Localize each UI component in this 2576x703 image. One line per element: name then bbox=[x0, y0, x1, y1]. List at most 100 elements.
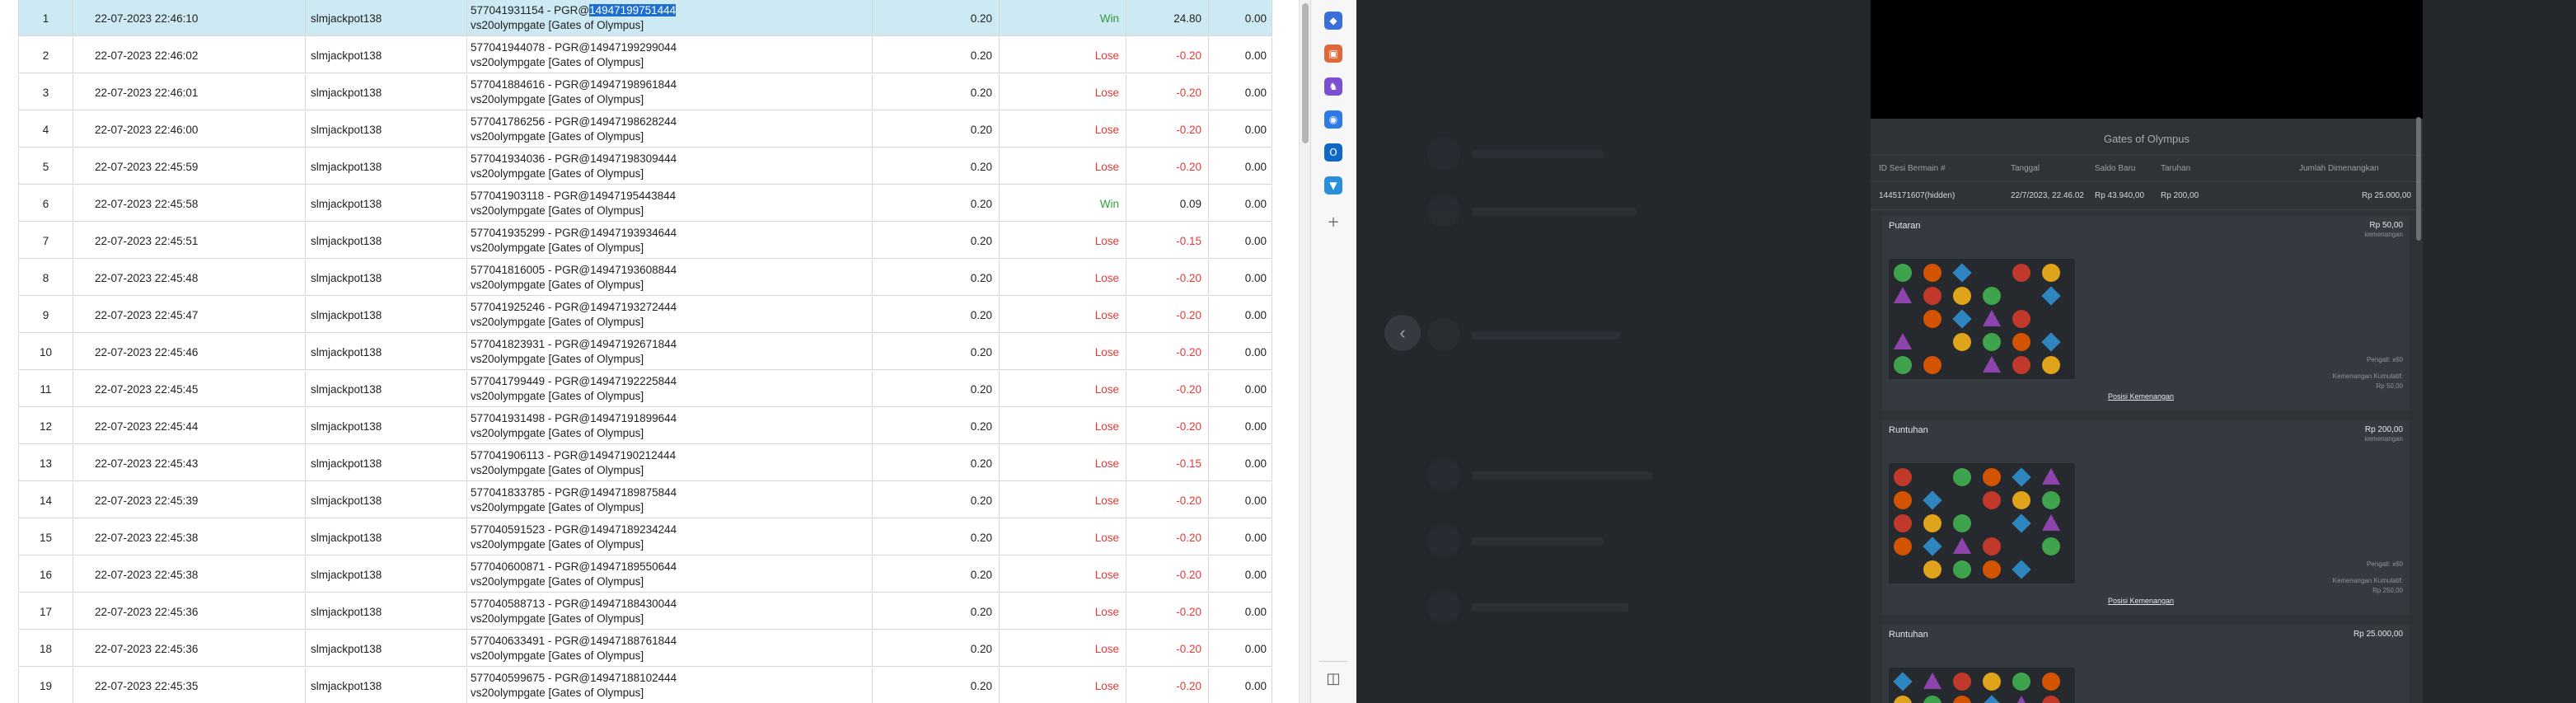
slot-symbol bbox=[2042, 514, 2060, 531]
row-bet: 0.20 bbox=[872, 593, 999, 630]
ghosted-page-content bbox=[1356, 0, 1871, 703]
row-date: 22-07-2023 22:45:36 bbox=[73, 593, 305, 630]
reel-grid bbox=[1889, 259, 2075, 379]
table-row[interactable]: 3 22-07-2023 22:46:01 slmjackpot138 5770418… bbox=[18, 74, 1272, 110]
table-row[interactable]: 12 22-07-2023 22:45:44 slmjackpot138 577041… bbox=[18, 408, 1272, 444]
table-row[interactable]: 18 22-07-2023 22:45:36 slmjackpot138 577040… bbox=[18, 630, 1272, 667]
row-balance: 0.00 bbox=[1208, 111, 1272, 148]
slot-symbol bbox=[2042, 491, 2060, 509]
round-multiplier: Pengali: x60 bbox=[2366, 356, 2403, 363]
row-winloss: -0.20 bbox=[1126, 519, 1208, 555]
reference-line: 577041884616 - PGR@14947198961844 bbox=[471, 77, 677, 92]
game-name: vs20olympgate [Gates of Olympus] bbox=[471, 56, 644, 68]
reference-id: 14947198961844 bbox=[590, 78, 677, 91]
reference-id: 14947199299044 bbox=[590, 41, 677, 54]
slot-symbol bbox=[2042, 468, 2060, 485]
table-row[interactable]: 5 22-07-2023 22:45:59 slmjackpot138 5770419… bbox=[18, 148, 1272, 185]
row-reference: 577041931498 - PGR@14947191899644 vs20oly… bbox=[466, 408, 872, 444]
row-username: slmjackpot138 bbox=[305, 37, 466, 73]
slot-symbol bbox=[2012, 560, 2031, 579]
slot-symbol bbox=[1953, 514, 1971, 532]
table-row[interactable]: 8 22-07-2023 22:45:48 slmjackpot138 5770418… bbox=[18, 260, 1272, 296]
row-winloss: -0.20 bbox=[1126, 37, 1208, 73]
round-multiplier: Pengali: x60 bbox=[2366, 560, 2403, 568]
copilot-icon[interactable]: ◉ bbox=[1324, 110, 1342, 129]
row-reference: 577041944078 - PGR@14947199299044 vs20oly… bbox=[466, 37, 872, 73]
game-name: vs20olympgate [Gates of Olympus] bbox=[471, 464, 644, 476]
slot-symbol bbox=[2012, 264, 2030, 282]
row-number: 10 bbox=[18, 334, 73, 370]
row-date: 22-07-2023 22:45:36 bbox=[73, 630, 305, 667]
reference-line: 577041931154 - PGR@14947199751444 bbox=[471, 3, 677, 18]
table-row[interactable]: 14 22-07-2023 22:45:39 slmjackpot138 577041… bbox=[18, 482, 1272, 518]
row-balance: 0.00 bbox=[1208, 556, 1272, 593]
previous-arrow-button[interactable]: ‹ bbox=[1384, 315, 1421, 351]
reference-line: 577041823931 - PGR@14947192671844 bbox=[471, 337, 677, 352]
winning-positions-link[interactable]: Posisi Kemenangan bbox=[2108, 392, 2174, 401]
reference-line: 577041833785 - PGR@14947189875844 bbox=[471, 485, 677, 500]
modal-title: Gates of Olympus bbox=[1871, 122, 2423, 156]
table-row[interactable]: 6 22-07-2023 22:45:58 slmjackpot138 5770419… bbox=[18, 185, 1272, 222]
row-result: Lose bbox=[999, 668, 1126, 703]
table-row[interactable]: 13 22-07-2023 22:45:43 slmjackpot138 577041… bbox=[18, 445, 1272, 481]
table-scrollbar-thumb[interactable] bbox=[1302, 3, 1309, 143]
modal-scrollbar[interactable] bbox=[2416, 117, 2421, 241]
table-row[interactable]: 17 22-07-2023 22:45:36 slmjackpot138 577040… bbox=[18, 593, 1272, 630]
table-row[interactable]: 19 22-07-2023 22:45:35 slmjackpot138 577040… bbox=[18, 668, 1272, 703]
table-row[interactable]: 7 22-07-2023 22:45:51 slmjackpot138 5770419… bbox=[18, 223, 1272, 259]
row-winloss: -0.20 bbox=[1126, 482, 1208, 518]
reference-prefix: 577041823931 - PGR@ bbox=[471, 338, 591, 350]
tag-icon[interactable]: ◆ bbox=[1324, 12, 1342, 30]
sidebar-divider bbox=[1319, 661, 1347, 662]
slot-symbol bbox=[1983, 673, 2001, 691]
slot-symbol bbox=[1983, 491, 2001, 509]
outlook-icon[interactable]: O bbox=[1324, 143, 1342, 162]
ghost-avatar bbox=[1427, 318, 1460, 351]
game-name: vs20olympgate [Gates of Olympus] bbox=[471, 649, 644, 662]
row-balance: 0.00 bbox=[1208, 297, 1272, 333]
table-row[interactable]: 2 22-07-2023 22:46:02 slmjackpot138 5770419… bbox=[18, 37, 1272, 73]
row-bet: 0.20 bbox=[872, 445, 999, 481]
row-result: Lose bbox=[999, 482, 1126, 518]
row-balance: 0.00 bbox=[1208, 482, 1272, 518]
slot-symbol bbox=[1894, 264, 1912, 282]
row-reference: 577041786256 - PGR@14947198628244 vs20oly… bbox=[466, 111, 872, 148]
table-row[interactable]: 10 22-07-2023 22:45:46 slmjackpot138 577041… bbox=[18, 334, 1272, 370]
slot-symbol bbox=[1953, 333, 1971, 351]
sidebar-toggle-icon[interactable]: ◫ bbox=[1324, 669, 1342, 687]
table-row[interactable]: 4 22-07-2023 22:46:00 slmjackpot138 5770417… bbox=[18, 111, 1272, 148]
row-result: Lose bbox=[999, 334, 1126, 370]
row-winloss: -0.20 bbox=[1126, 408, 1208, 444]
reference-id: 14947189875844 bbox=[590, 486, 677, 499]
slot-symbol bbox=[1923, 287, 1941, 305]
history-value: 1445171607(hidden) bbox=[1879, 190, 1955, 200]
shopping-icon[interactable]: ▼ bbox=[1324, 176, 1342, 194]
slot-symbol bbox=[1923, 514, 1941, 532]
row-reference: 577041833785 - PGR@14947189875844 vs20oly… bbox=[466, 482, 872, 518]
table-row[interactable]: 15 22-07-2023 22:45:38 slmjackpot138 577040… bbox=[18, 519, 1272, 555]
row-date: 22-07-2023 22:45:44 bbox=[73, 408, 305, 444]
table-scrollbar[interactable] bbox=[1299, 0, 1310, 703]
table-row[interactable]: 16 22-07-2023 22:45:38 slmjackpot138 577040… bbox=[18, 556, 1272, 593]
row-result: Lose bbox=[999, 630, 1126, 667]
table-row[interactable]: 11 22-07-2023 22:45:45 slmjackpot138 577041… bbox=[18, 371, 1272, 407]
chess-icon[interactable]: ♞ bbox=[1324, 77, 1342, 96]
row-result: Lose bbox=[999, 111, 1126, 148]
table-row[interactable]: 1 22-07-2023 22:46:10 slmjackpot138 5770419… bbox=[18, 0, 1272, 36]
row-username: slmjackpot138 bbox=[305, 223, 466, 259]
add-icon[interactable]: + bbox=[1324, 213, 1342, 231]
row-username: slmjackpot138 bbox=[305, 445, 466, 481]
toolbox-icon[interactable]: ▣ bbox=[1324, 45, 1342, 63]
winning-positions-link[interactable]: Posisi Kemenangan bbox=[2108, 597, 2174, 605]
reference-id: 14947189234244 bbox=[590, 523, 677, 536]
reference-line: 577040633491 - PGR@14947188761844 bbox=[471, 634, 677, 649]
row-number: 16 bbox=[18, 556, 73, 593]
table-row[interactable]: 9 22-07-2023 22:45:47 slmjackpot138 5770419… bbox=[18, 297, 1272, 333]
row-number: 12 bbox=[18, 408, 73, 444]
slot-symbol bbox=[2042, 356, 2060, 374]
history-column-header: Taruhan bbox=[2161, 163, 2191, 173]
row-date: 22-07-2023 22:46:10 bbox=[73, 0, 305, 36]
row-username: slmjackpot138 bbox=[305, 519, 466, 555]
slot-symbol bbox=[1923, 490, 1942, 510]
slot-symbol bbox=[1953, 673, 1971, 691]
